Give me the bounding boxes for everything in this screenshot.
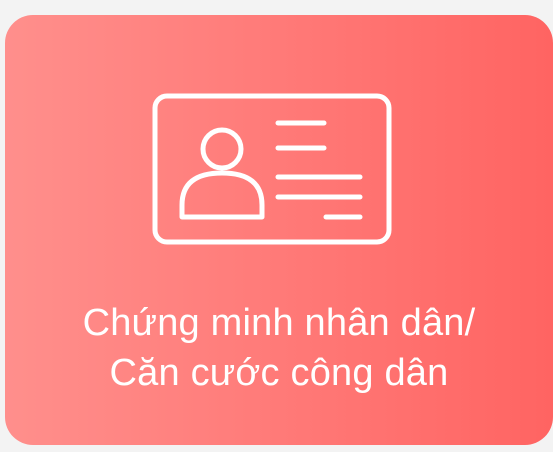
card-label-line-2: Căn cước công dân [109, 352, 449, 394]
card-label: Chứng minh nhân dân/ Căn cước công dân [5, 298, 553, 398]
id-card-icon [152, 93, 392, 245]
card-label-line-1: Chứng minh nhân dân/ [82, 302, 476, 344]
id-card-option-card[interactable]: Chứng minh nhân dân/ Căn cước công dân [5, 15, 553, 445]
